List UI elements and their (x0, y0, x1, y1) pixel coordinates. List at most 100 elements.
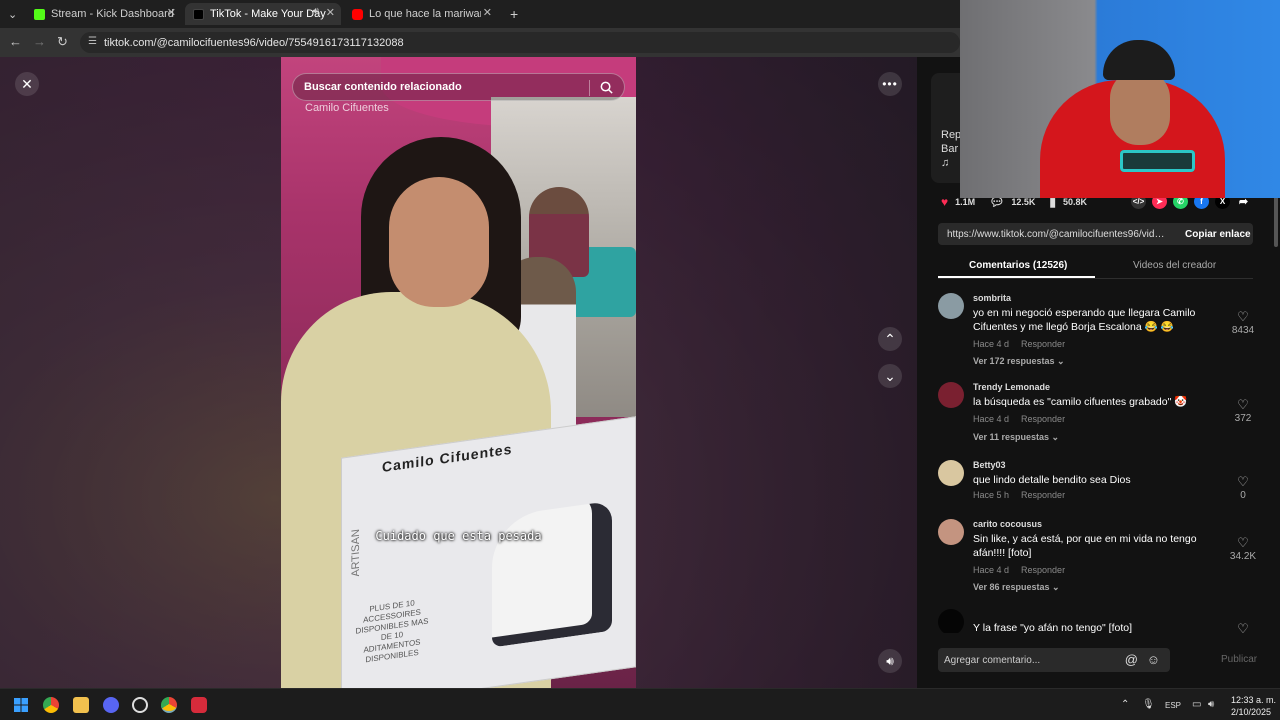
reply-button[interactable]: Responder (1021, 339, 1065, 349)
heart-outline-icon: ♡ (1237, 474, 1249, 489)
related-search-input[interactable]: Buscar contenido relacionado (292, 73, 625, 101)
windows-start-icon[interactable] (13, 697, 29, 713)
mixer-box: Camilo Cifuentes PLUS DE 10 ACCESSOIRES … (341, 416, 636, 688)
comment-username[interactable]: Trendy Lemonade (973, 382, 1050, 392)
reply-button[interactable]: Responder (1021, 565, 1065, 575)
copy-link-button[interactable]: Copiar enlace (1185, 229, 1251, 240)
post-comment-button[interactable]: Publicar (1221, 654, 1257, 665)
language-indicator[interactable]: ESP (1165, 701, 1181, 710)
volume-icon[interactable]: 🔊︎ (878, 649, 902, 673)
comment-username[interactable]: Betty03 (973, 460, 1006, 470)
avatar[interactable] (938, 609, 964, 633)
comment-count: 12.5K (1011, 197, 1036, 207)
tab-tiktok[interactable]: TikTok - Make Your Day 🔊︎ ✕ (185, 3, 341, 25)
close-tab-icon[interactable]: ✕ (167, 6, 176, 19)
search-placeholder: Buscar contenido relacionado (304, 81, 462, 93)
site-info-icon[interactable]: ☰ (88, 36, 97, 47)
video-caption: Cuidado que esta pesada (375, 529, 542, 543)
file-explorer-icon[interactable] (73, 697, 89, 713)
forward-icon[interactable]: → (33, 34, 46, 49)
comment-like-button[interactable]: ♡ 34.2K (1228, 535, 1258, 562)
chrome-icon[interactable] (43, 697, 59, 713)
kick-favicon-icon (34, 8, 45, 20)
heart-icon: ♥ (941, 195, 949, 209)
description-fragment: Rep (941, 129, 962, 141)
reply-button[interactable]: Responder (1021, 414, 1065, 424)
tab-title: Stream - Kick Dashboard (51, 8, 174, 20)
clock-date: 2/10/2025 (1231, 707, 1272, 717)
tab-title: TikTok - Make Your Day (210, 8, 326, 20)
comment-username[interactable]: sombrita (973, 293, 1011, 303)
comment-like-button[interactable]: ♡ 372 (1228, 397, 1258, 424)
tab-kick[interactable]: Stream - Kick Dashboard ✕ (26, 3, 182, 25)
view-replies-button[interactable]: Ver 86 respuestas ⌄ (973, 582, 1060, 593)
comment-meta: Hace 4 d Responder (973, 339, 1065, 349)
back-icon[interactable]: ← (9, 34, 22, 49)
search-icon[interactable] (599, 80, 614, 95)
avatar[interactable] (938, 519, 964, 545)
audio-playing-icon[interactable]: 🔊︎ (313, 6, 319, 17)
microphone-icon[interactable]: 🎙︎ (1142, 699, 1155, 710)
tab-creator-videos[interactable]: Videos del creador (1133, 260, 1216, 271)
mention-icon[interactable]: @ (1125, 652, 1138, 667)
view-replies-button[interactable]: Ver 172 respuestas ⌄ (973, 356, 1065, 367)
network-icon[interactable]: ▭ (1192, 699, 1201, 710)
heart-outline-icon: ♡ (1237, 621, 1249, 633)
obs-icon[interactable] (132, 697, 148, 713)
comment-username[interactable]: carito cocousus (973, 519, 1042, 529)
comment-time: Hace 5 h (973, 490, 1010, 500)
comment-like-count: 372 (1234, 413, 1252, 424)
discord-icon[interactable] (103, 697, 119, 713)
reply-button[interactable]: Responder (1021, 490, 1065, 500)
comment-text: yo en mi negoció esperando que llegara C… (973, 307, 1196, 333)
reload-icon[interactable]: ↻ (57, 34, 68, 50)
description-fragment: Bar (941, 143, 959, 155)
comment-meta: Hace 4 d Responder (973, 565, 1065, 575)
comment-time: Hace 4 d (973, 339, 1010, 349)
more-options-icon[interactable]: ••• (878, 72, 902, 96)
show-hidden-icons[interactable]: ⌃ (1121, 699, 1129, 710)
system-clock[interactable]: 12:33 a. m. 2/10/2025 (1231, 694, 1276, 718)
close-tab-icon[interactable]: ✕ (326, 6, 335, 19)
webcam-overlay (960, 0, 1280, 198)
avatar[interactable] (938, 460, 964, 486)
comment-like-count: 8434 (1231, 325, 1255, 336)
heart-outline-icon: ♡ (1237, 397, 1249, 412)
like-count: 1.1M (955, 197, 976, 207)
comment-like-button[interactable]: ♡ 8434 (1228, 309, 1258, 336)
comment-like-count: 0 (1240, 490, 1246, 501)
app-red-icon[interactable] (191, 697, 207, 713)
search-divider (589, 80, 590, 96)
address-bar[interactable]: ☰ tiktok.com/@camilocifuentes96/video/75… (80, 32, 960, 53)
panel-tabs: Comentarios (12526) Videos del creador (938, 255, 1253, 279)
comment-list: sombrita yo en mi negoció esperando que … (938, 293, 1258, 633)
streamer-microphone (1120, 150, 1195, 172)
emoji-icon[interactable]: ☺ (1147, 652, 1160, 667)
close-tab-icon[interactable]: ✕ (483, 6, 492, 19)
tab-search-button[interactable]: ⌄ (2, 3, 20, 25)
comment-like-button[interactable]: ♡ 0 (1228, 474, 1258, 501)
comment-like-count: 34.2K (1229, 551, 1257, 562)
comment-like-button[interactable]: ♡ (1228, 621, 1258, 633)
avatar[interactable] (938, 293, 964, 319)
add-comment-input[interactable]: Agregar comentario... @ ☺ (938, 648, 1170, 672)
chrome-active-icon[interactable] (161, 697, 177, 713)
streamer-cap (1103, 40, 1175, 80)
close-video-icon[interactable]: ✕ (15, 72, 39, 96)
heart-outline-icon: ♡ (1237, 535, 1249, 550)
box-accessories-text: PLUS DE 10 ACCESSOIRES DISPONIBLES MAS D… (355, 598, 429, 665)
tab-comments[interactable]: Comentarios (12526) (969, 260, 1067, 271)
new-tab-button[interactable]: + (502, 3, 522, 25)
share-link-url[interactable]: https://www.tiktok.com/@camilocifuentes9… (947, 229, 1169, 240)
video-frame[interactable]: Camilo Cifuentes PLUS DE 10 ACCESSOIRES … (281, 57, 636, 688)
music-note-icon[interactable]: ♫ (941, 157, 949, 169)
video-player-area[interactable]: Camilo Cifuentes PLUS DE 10 ACCESSOIRES … (0, 57, 917, 688)
previous-video-icon[interactable]: ⌃ (878, 327, 902, 351)
tab-youtube[interactable]: Lo que hace la mariwana - DJ F ✕ (344, 3, 498, 25)
youtube-favicon-icon (352, 8, 363, 20)
avatar[interactable] (938, 382, 964, 408)
streamer-face (1110, 70, 1170, 145)
view-replies-button[interactable]: Ver 11 respuestas ⌄ (973, 432, 1059, 443)
volume-tray-icon[interactable]: 🔊︎ (1208, 699, 1214, 710)
next-video-icon[interactable]: ⌄ (878, 364, 902, 388)
